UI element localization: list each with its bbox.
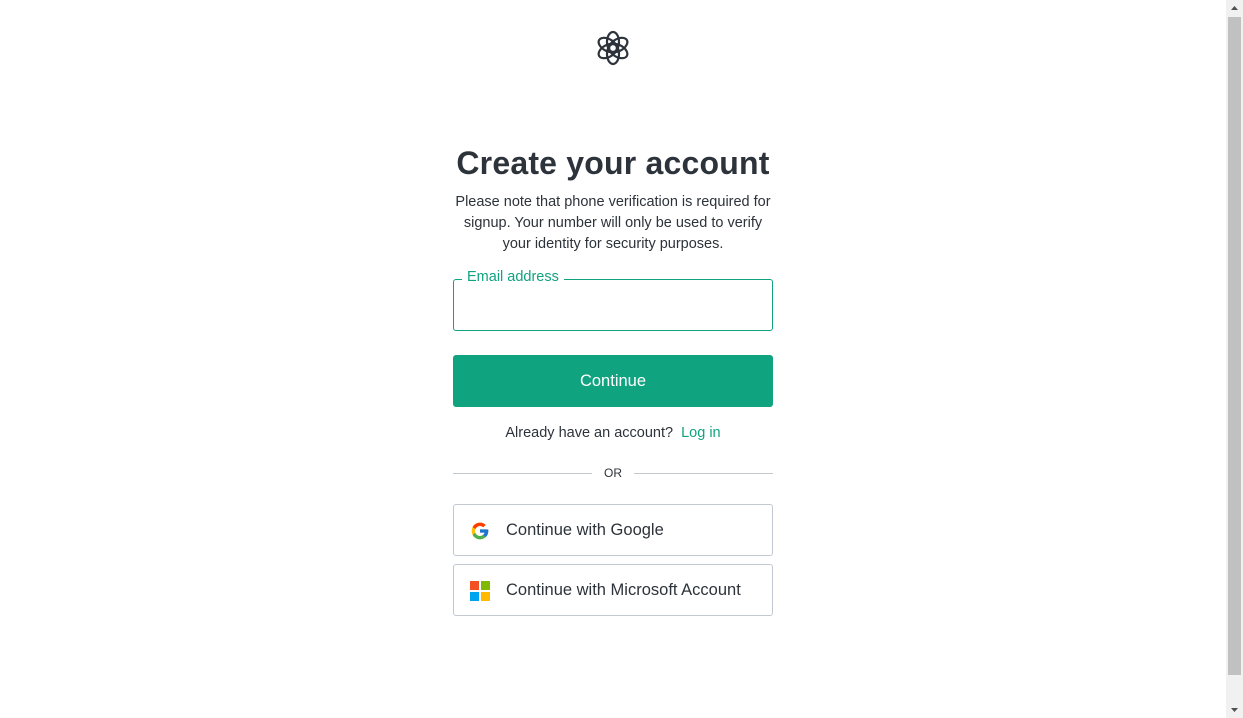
divider-line-left bbox=[453, 473, 592, 474]
email-field[interactable] bbox=[453, 279, 773, 331]
signup-page: Create your account Please note that pho… bbox=[0, 0, 1226, 718]
login-prompt-row: Already have an account? Log in bbox=[413, 423, 813, 443]
divider-line-right bbox=[634, 473, 773, 474]
continue-with-google-button[interactable]: Continue with Google bbox=[453, 504, 773, 556]
google-button-label: Continue with Google bbox=[506, 521, 664, 539]
email-label: Email address bbox=[462, 268, 564, 286]
scroll-up-arrow-icon[interactable] bbox=[1226, 0, 1243, 17]
google-icon bbox=[471, 522, 489, 540]
login-link[interactable]: Log in bbox=[681, 425, 721, 441]
or-divider-text: OR bbox=[604, 466, 622, 480]
scrollbar-thumb[interactable] bbox=[1228, 17, 1241, 675]
microsoft-icon bbox=[470, 581, 490, 601]
page-title: Create your account bbox=[456, 145, 770, 181]
scroll-down-arrow-icon[interactable] bbox=[1226, 701, 1243, 718]
email-input[interactable] bbox=[454, 280, 772, 330]
phone-verification-note: Please note that phone verification is r… bbox=[455, 194, 771, 252]
vertical-scrollbar[interactable] bbox=[1226, 0, 1243, 718]
continue-button[interactable]: Continue bbox=[453, 355, 773, 407]
login-prompt-text: Already have an account? bbox=[505, 425, 674, 441]
openai-logo-icon bbox=[597, 30, 629, 66]
continue-with-microsoft-button[interactable]: Continue with Microsoft Account bbox=[453, 564, 773, 616]
microsoft-button-label: Continue with Microsoft Account bbox=[506, 581, 741, 599]
